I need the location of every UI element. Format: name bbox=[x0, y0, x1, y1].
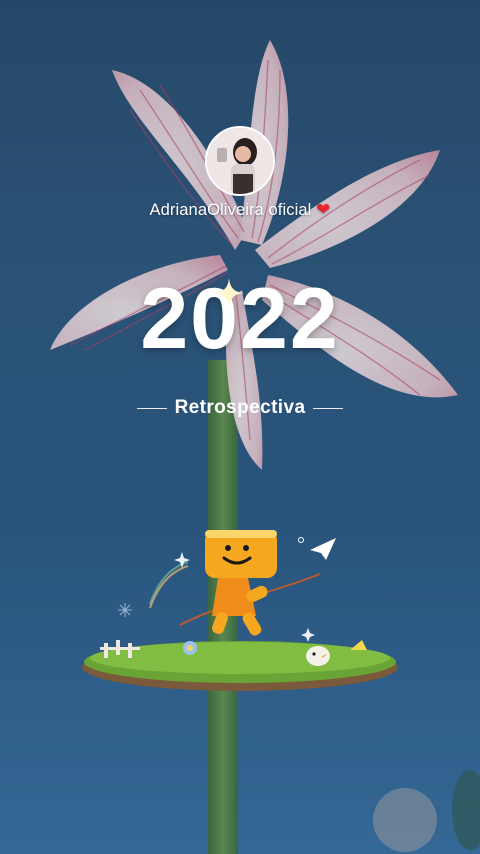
heart-icon: ❤ bbox=[316, 200, 331, 219]
divider-left bbox=[136, 407, 167, 409]
yellow-leaf-icon bbox=[350, 640, 367, 650]
blue-flower-icon bbox=[183, 641, 197, 655]
divider-right bbox=[313, 407, 344, 409]
mascot-character bbox=[205, 530, 277, 636]
paper-plane-icon bbox=[310, 538, 336, 560]
sparkle-icon bbox=[214, 278, 244, 308]
mascot-scene bbox=[82, 530, 398, 691]
username-text: AdrianaOliveira oficial bbox=[149, 201, 312, 219]
subtitle-row: Retrospectiva bbox=[0, 397, 480, 419]
burst-icon bbox=[118, 603, 132, 617]
avatar-photo bbox=[207, 128, 273, 194]
username-line[interactable]: AdrianaOliveira oficial ❤ bbox=[0, 200, 480, 220]
subtitle-text: Retrospectiva bbox=[174, 397, 306, 418]
chick-icon bbox=[306, 646, 330, 666]
avatar[interactable] bbox=[205, 126, 275, 196]
small-sparkle-icon-2 bbox=[301, 628, 315, 642]
